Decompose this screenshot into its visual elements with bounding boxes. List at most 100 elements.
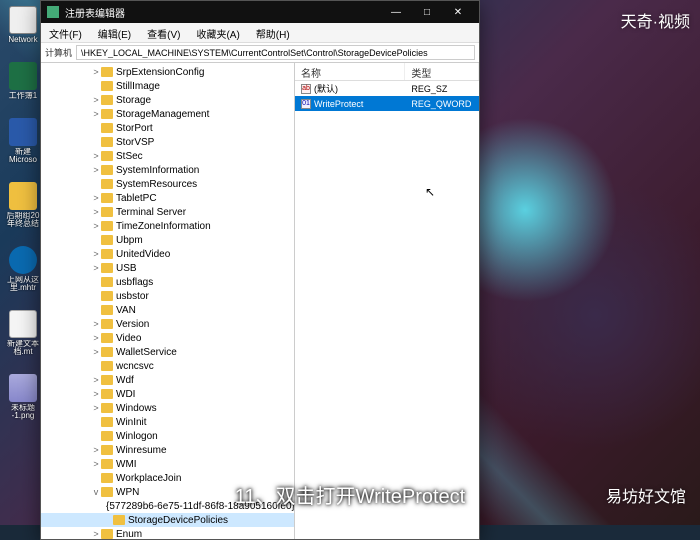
tree-expand-icon[interactable]: > xyxy=(91,347,101,357)
value-name-cell: ab(默认) xyxy=(295,82,405,95)
tree-expand-icon[interactable]: > xyxy=(91,151,101,161)
tree-node[interactable]: >SrpExtensionConfig xyxy=(41,65,294,79)
tree-label: Enum xyxy=(116,529,142,540)
regedit-window: 注册表编辑器 — □ ✕ 文件(F)编辑(E)查看(V)收藏夹(A)帮助(H) … xyxy=(40,0,480,540)
tree-pane[interactable]: >SrpExtensionConfigStillImage>Storage>St… xyxy=(41,63,295,539)
tree-node[interactable]: > TimeZoneInformation xyxy=(41,219,294,233)
tree-expand-icon[interactable]: > xyxy=(91,263,101,273)
tree-node[interactable]: StorVSP xyxy=(41,135,294,149)
tree-node[interactable]: Ubpm xyxy=(41,233,294,247)
folder-icon xyxy=(101,333,113,343)
tree-expand-icon[interactable]: > xyxy=(91,319,101,329)
menu-item[interactable]: 文件(F) xyxy=(41,23,90,42)
tree-expand-icon[interactable]: > xyxy=(91,403,101,413)
tree-node[interactable]: >WDI xyxy=(41,387,294,401)
tree-label: usbflags xyxy=(116,277,153,288)
tree-node[interactable]: > Enum xyxy=(41,527,294,539)
maximize-button[interactable]: □ xyxy=(412,3,442,21)
tree-node[interactable]: StorPort xyxy=(41,121,294,135)
tree-expand-icon[interactable]: > xyxy=(91,95,101,105)
folder-icon xyxy=(101,179,113,189)
desktop-icon[interactable]: 工作簿1 xyxy=(4,62,42,100)
tree-node[interactable]: VAN xyxy=(41,303,294,317)
tree-node[interactable]: >Version xyxy=(41,317,294,331)
folder-icon xyxy=(101,529,113,539)
tree-expand-icon[interactable]: > xyxy=(91,221,101,231)
folder-icon xyxy=(101,221,113,231)
list-row[interactable]: ab(默认)REG_SZ xyxy=(295,81,479,96)
titlebar[interactable]: 注册表编辑器 — □ ✕ xyxy=(41,1,479,23)
tree-node[interactable]: >UnitedVideo xyxy=(41,247,294,261)
desktop-icon[interactable]: 后期组20 年终总结 xyxy=(4,182,42,228)
desktop-icon-image xyxy=(9,62,37,90)
menu-item[interactable]: 查看(V) xyxy=(139,23,188,42)
folder-icon xyxy=(101,473,113,483)
tree-expand-icon[interactable]: > xyxy=(91,193,101,203)
tree-node[interactable]: >TabletPC xyxy=(41,191,294,205)
tree-node[interactable]: >Winresume xyxy=(41,443,294,457)
tree-node[interactable]: usbstor xyxy=(41,289,294,303)
tree-node[interactable]: > Video xyxy=(41,331,294,345)
tree-label: VAN xyxy=(116,305,136,316)
menu-item[interactable]: 收藏夹(A) xyxy=(188,23,247,42)
tree-label: TimeZoneInformation xyxy=(116,221,211,232)
value-name: WriteProtect xyxy=(314,99,363,109)
tree-node[interactable]: >StorageManagement xyxy=(41,107,294,121)
tree-expand-icon[interactable]: v xyxy=(91,487,101,497)
tree-expand-icon[interactable]: > xyxy=(91,333,101,343)
desktop-icon-label: 新建文本 档.mt xyxy=(4,340,42,356)
tree-node[interactable]: >Storage xyxy=(41,93,294,107)
desktop-icon[interactable]: 新建 Microso xyxy=(4,118,42,164)
list-row[interactable]: 01WriteProtectREG_QWORD xyxy=(295,96,479,111)
tree-expand-icon[interactable]: > xyxy=(91,445,101,455)
menu-item[interactable]: 编辑(E) xyxy=(90,23,139,42)
desktop-icon[interactable]: 上网从这 里.mhtr xyxy=(4,246,42,292)
tree-node[interactable]: Winlogon xyxy=(41,429,294,443)
tree-expand-icon[interactable]: > xyxy=(91,375,101,385)
tree-node[interactable]: >USB xyxy=(41,261,294,275)
folder-icon xyxy=(101,207,113,217)
tree-label: StorageDevicePolicies xyxy=(128,515,228,526)
tree-node[interactable]: >StSec xyxy=(41,149,294,163)
tree-label: Video xyxy=(116,333,141,344)
tree-node[interactable]: > SystemInformation xyxy=(41,163,294,177)
folder-icon xyxy=(101,389,113,399)
tree-expand-icon[interactable]: > xyxy=(91,389,101,399)
desktop-icon[interactable]: 未标题 -1.png xyxy=(4,374,42,420)
close-button[interactable]: ✕ xyxy=(443,3,473,21)
tree-expand-icon[interactable]: > xyxy=(91,249,101,259)
tree-expand-icon[interactable]: > xyxy=(91,207,101,217)
folder-icon xyxy=(101,459,113,469)
tree-node[interactable]: >WalletService xyxy=(41,345,294,359)
minimize-button[interactable]: — xyxy=(381,3,411,21)
tree-node[interactable]: >Terminal Server xyxy=(41,205,294,219)
menu-item[interactable]: 帮助(H) xyxy=(248,23,298,42)
desktop-icon[interactable]: Network xyxy=(4,6,42,44)
desktop-icon[interactable]: 新建文本 档.mt xyxy=(4,310,42,356)
tree-node[interactable]: >Wdf xyxy=(41,373,294,387)
tree-label: Ubpm xyxy=(116,235,143,246)
tree-label: wcncsvc xyxy=(116,361,154,372)
menubar: 文件(F)编辑(E)查看(V)收藏夹(A)帮助(H) xyxy=(41,23,479,43)
tree-expand-icon[interactable]: > xyxy=(91,459,101,469)
tree-node[interactable]: >WMI xyxy=(41,457,294,471)
tree-label: SystemInformation xyxy=(116,165,199,176)
desktop-icon-label: Network xyxy=(8,36,37,44)
tree-expand-icon[interactable]: > xyxy=(91,109,101,119)
address-input[interactable] xyxy=(76,45,475,60)
tree-node[interactable]: usbflags xyxy=(41,275,294,289)
tree-node[interactable]: wcncsvc xyxy=(41,359,294,373)
tree-expand-icon[interactable]: > xyxy=(91,529,101,539)
tree-expand-icon[interactable]: > xyxy=(91,67,101,77)
list-pane[interactable]: 名称类型 ab(默认)REG_SZ01WriteProtectREG_QWORD xyxy=(295,63,479,539)
address-label: 计算机 xyxy=(45,46,72,59)
column-header[interactable]: 名称 xyxy=(295,63,405,80)
tree-node[interactable]: SystemResources xyxy=(41,177,294,191)
tree-node[interactable]: WinInit xyxy=(41,415,294,429)
tree-node[interactable]: >Windows xyxy=(41,401,294,415)
desktop-icon-image xyxy=(9,182,37,210)
column-header[interactable]: 类型 xyxy=(405,63,479,80)
tree-expand-icon[interactable]: > xyxy=(91,165,101,175)
tree-node[interactable]: StillImage xyxy=(41,79,294,93)
tree-label: usbstor xyxy=(116,291,149,302)
